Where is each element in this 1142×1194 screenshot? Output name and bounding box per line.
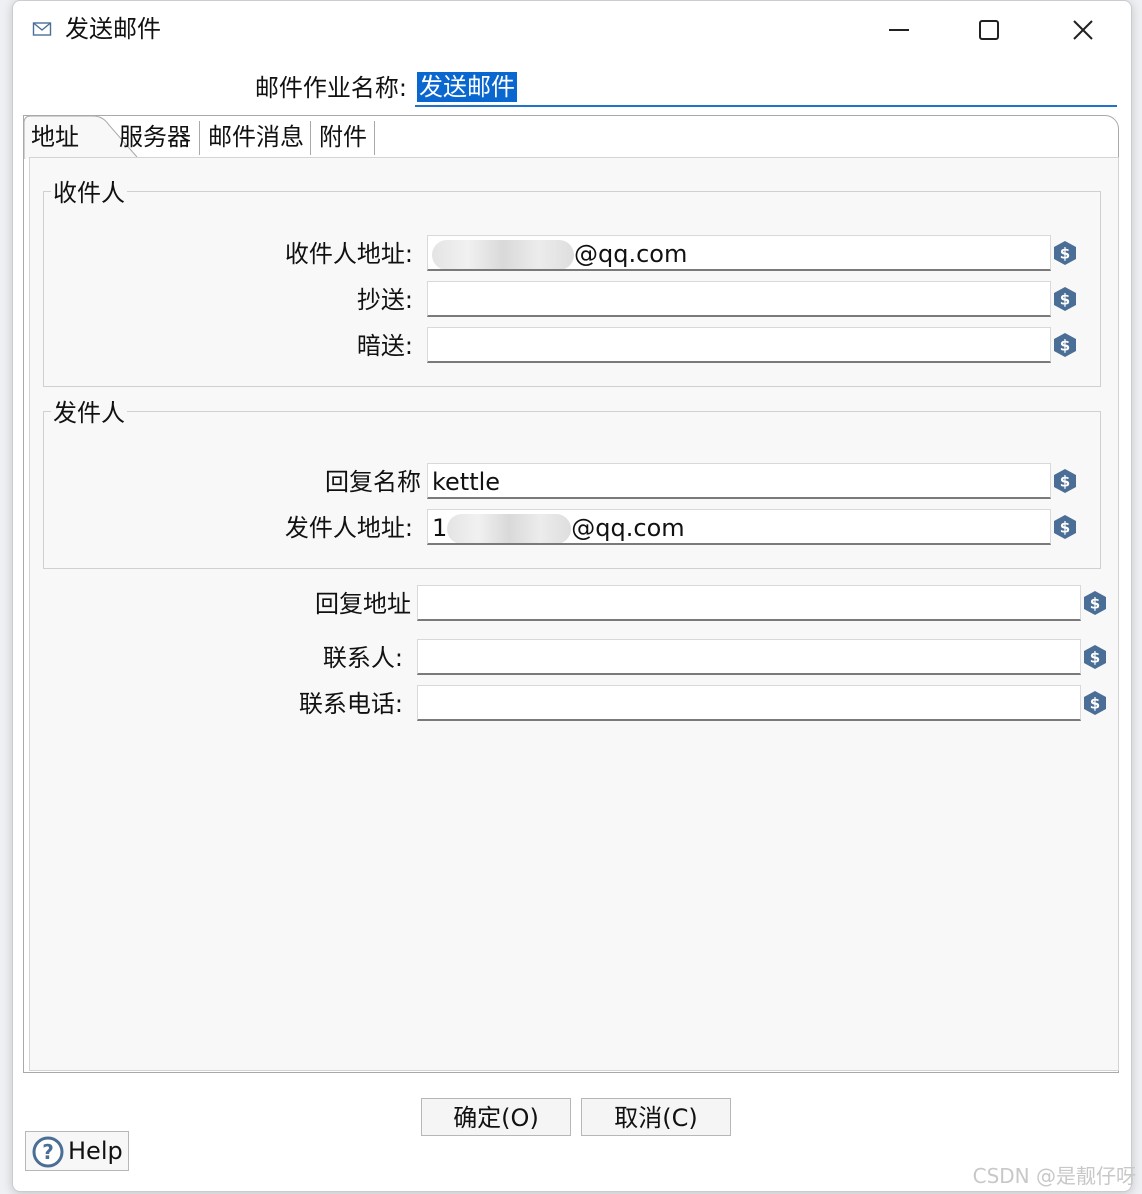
- svg-text:$: $: [1090, 649, 1100, 667]
- svg-text:$: $: [1090, 595, 1100, 613]
- tab-server[interactable]: 服务器: [119, 119, 191, 155]
- dollar-variable-icon[interactable]: $: [1052, 332, 1078, 358]
- close-icon: [1073, 20, 1093, 40]
- help-button[interactable]: ? Help: [25, 1131, 129, 1171]
- mail-icon: [32, 22, 52, 36]
- redacted-text: [432, 240, 574, 269]
- svg-text:$: $: [1060, 291, 1070, 309]
- svg-text:$: $: [1060, 337, 1070, 355]
- dollar-variable-icon[interactable]: $: [1082, 690, 1108, 716]
- send-mail-dialog: 发送邮件 邮件作业名称: 发送邮件 地址 服务器 邮件消息 附件 收件人 收件人…: [12, 0, 1132, 1192]
- reply-name-label: 回复名称: [325, 468, 421, 496]
- tab-attachments[interactable]: 附件: [319, 119, 367, 155]
- bcc-label: 暗送:: [356, 332, 413, 360]
- tab-mail-message[interactable]: 邮件消息: [208, 119, 304, 155]
- from-address-value: @qq.com: [571, 514, 685, 542]
- dollar-variable-icon[interactable]: $: [1052, 468, 1078, 494]
- from-address-label: 发件人地址:: [284, 514, 413, 542]
- svg-text:$: $: [1060, 519, 1070, 537]
- tab-divider: [374, 121, 375, 155]
- ok-button[interactable]: 确定(O): [421, 1098, 571, 1136]
- reply-name-input[interactable]: kettle: [427, 463, 1051, 499]
- window-title: 发送邮件: [65, 15, 161, 43]
- close-button[interactable]: [1053, 9, 1113, 51]
- dollar-variable-icon[interactable]: $: [1082, 590, 1108, 616]
- svg-text:$: $: [1090, 695, 1100, 713]
- phone-input[interactable]: [417, 685, 1081, 721]
- tab-divider: [310, 121, 311, 155]
- recipients-group-title: 收件人: [51, 177, 127, 209]
- minimize-icon: [889, 29, 909, 31]
- redacted-text: [447, 514, 572, 543]
- dollar-variable-icon[interactable]: $: [1052, 514, 1078, 540]
- maximize-button[interactable]: [959, 9, 1019, 51]
- contact-label: 联系人:: [322, 644, 403, 672]
- job-name-input[interactable]: 发送邮件: [415, 69, 1117, 107]
- from-address-prefix: 1: [432, 514, 448, 542]
- sender-group-title: 发件人: [51, 397, 127, 429]
- from-address-input[interactable]: 1 @qq.com: [427, 509, 1051, 545]
- cancel-button[interactable]: 取消(C): [581, 1098, 731, 1136]
- reply-to-input[interactable]: [417, 585, 1081, 621]
- help-label: Help: [68, 1137, 123, 1165]
- dollar-variable-icon[interactable]: $: [1052, 240, 1078, 266]
- tab-divider: [199, 121, 200, 155]
- cc-label: 抄送:: [356, 286, 413, 314]
- contact-input[interactable]: [417, 639, 1081, 675]
- svg-text:?: ?: [42, 1140, 54, 1164]
- to-address-label: 收件人地址:: [284, 240, 413, 268]
- maximize-icon: [979, 20, 999, 40]
- dollar-variable-icon[interactable]: $: [1052, 286, 1078, 312]
- job-name-value: 发送邮件: [417, 72, 517, 102]
- svg-text:$: $: [1060, 245, 1070, 263]
- to-address-value: @qq.com: [574, 240, 688, 268]
- to-address-input[interactable]: @qq.com: [427, 235, 1051, 271]
- job-name-label: 邮件作业名称:: [254, 74, 407, 102]
- title-bar[interactable]: 发送邮件: [13, 1, 1131, 59]
- help-icon: ?: [32, 1136, 64, 1168]
- minimize-button[interactable]: [869, 9, 929, 51]
- svg-text:$: $: [1060, 473, 1070, 491]
- bcc-input[interactable]: [427, 327, 1051, 363]
- watermark: CSDN @是靓仔呀: [972, 1164, 1136, 1188]
- phone-label: 联系电话:: [298, 690, 403, 718]
- tab-address[interactable]: 地址: [31, 119, 79, 155]
- cc-input[interactable]: [427, 281, 1051, 317]
- dollar-variable-icon[interactable]: $: [1082, 644, 1108, 670]
- reply-to-label: 回复地址: [315, 590, 411, 618]
